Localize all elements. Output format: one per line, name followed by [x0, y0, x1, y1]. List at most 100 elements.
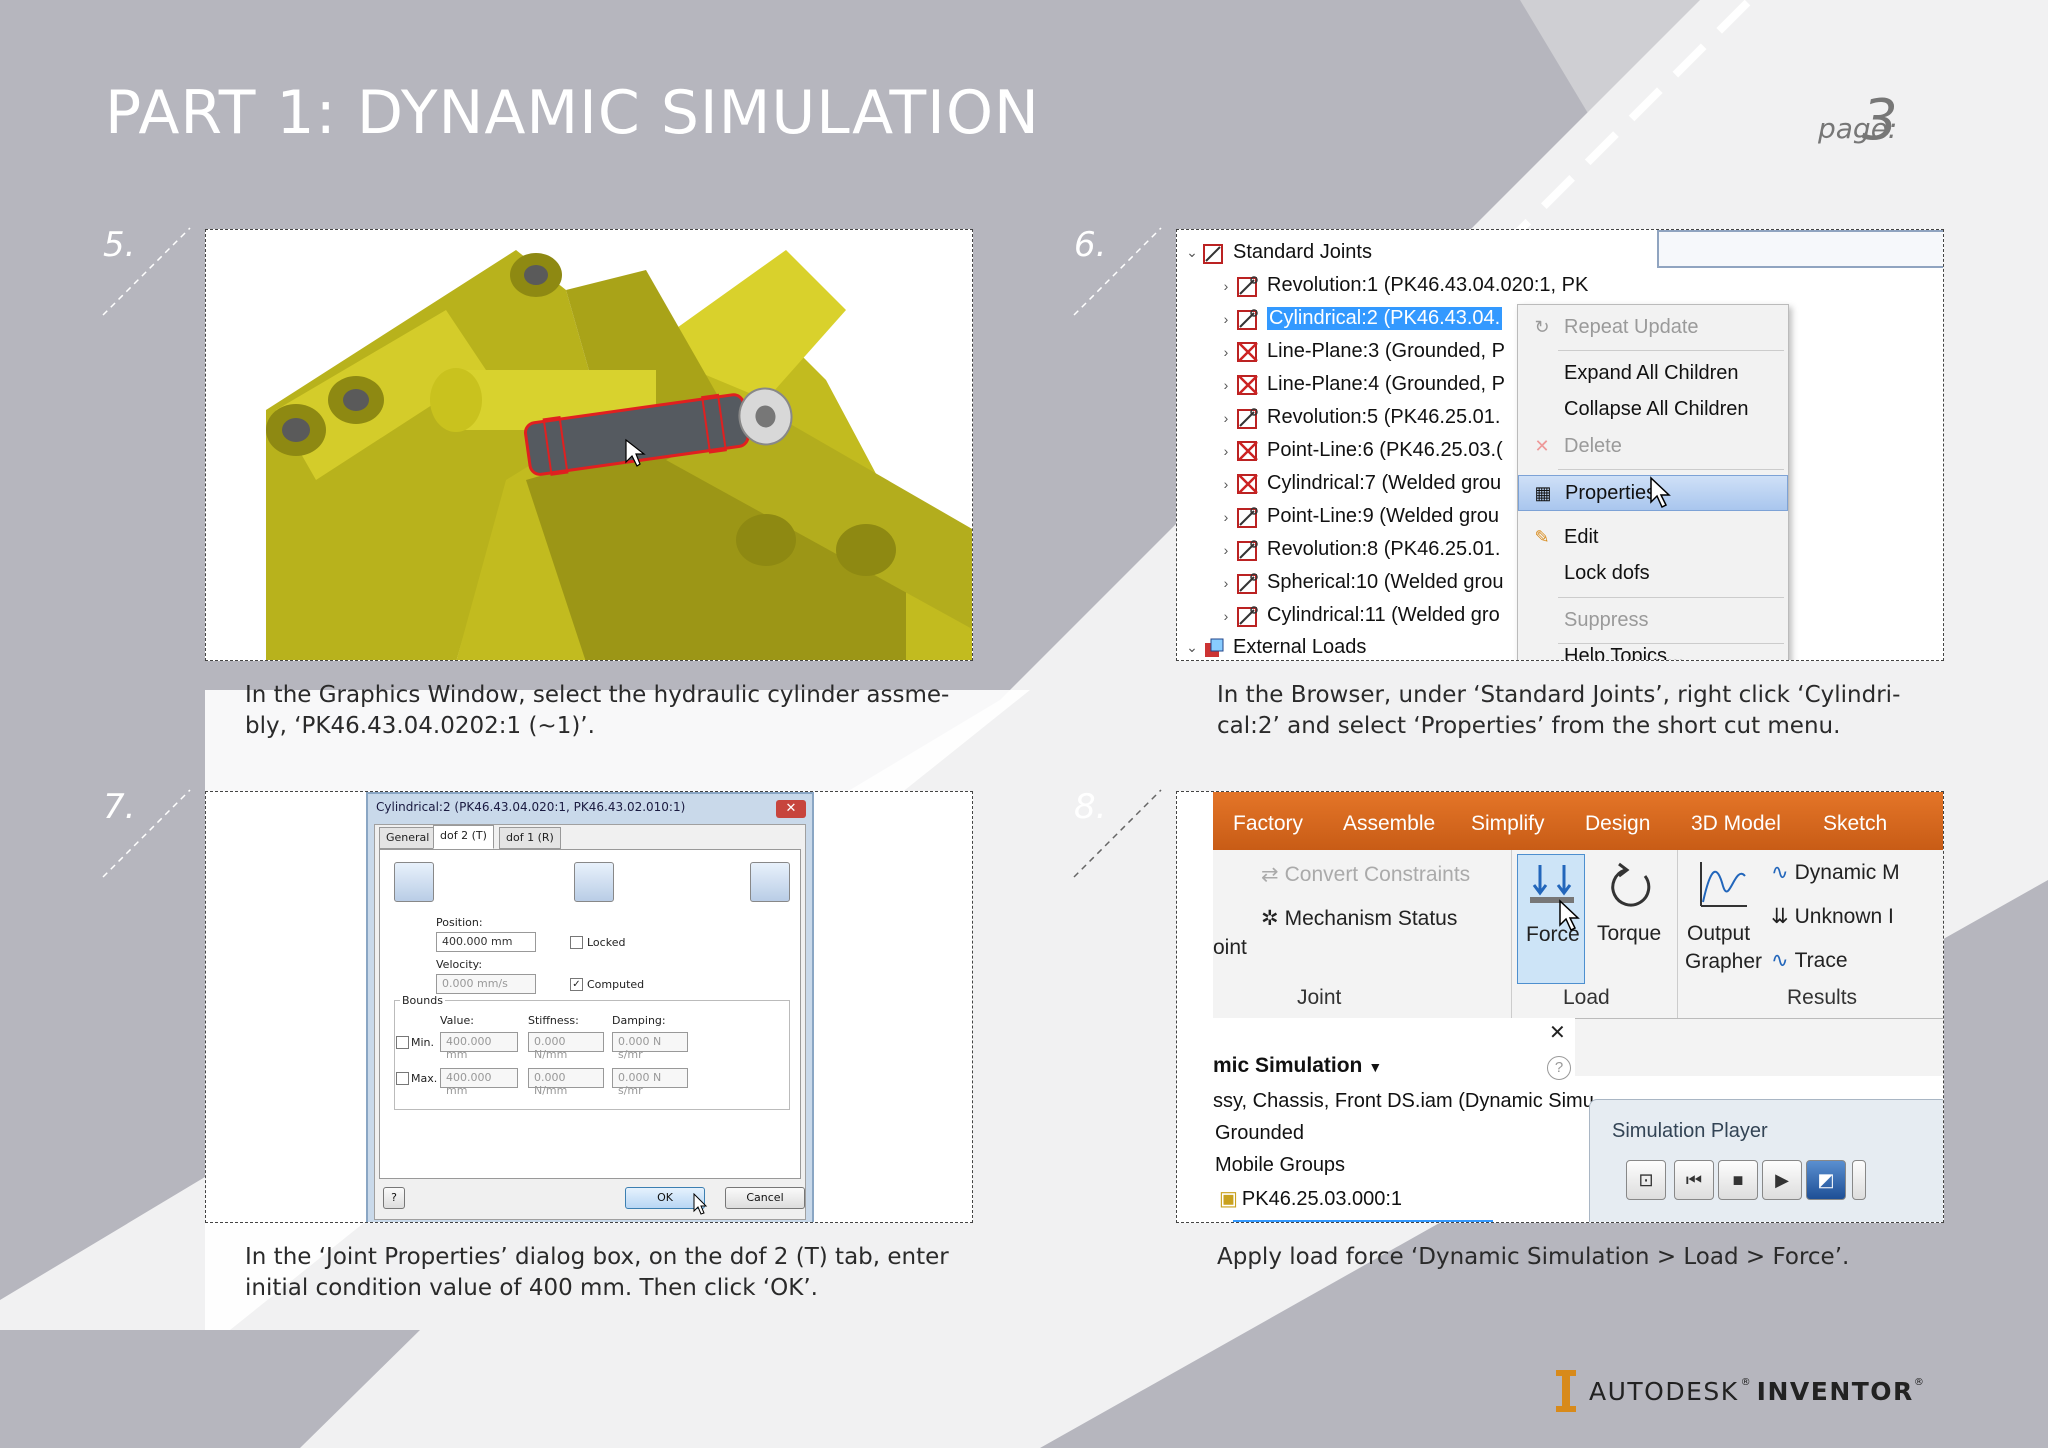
group-label-results: Results	[1787, 986, 1858, 1009]
max-stiffness-input[interactable]: 0.000 N/mm	[528, 1068, 604, 1097]
dynamic-motion-button[interactable]: ∿ Dynamic M	[1771, 860, 1900, 885]
velocity-input[interactable]: 0.000 mm/s	[436, 974, 536, 994]
mechanism-status-button[interactable]: ✲ Mechanism Status	[1261, 906, 1457, 931]
chevron-right-icon[interactable]: ›	[1217, 542, 1235, 558]
chevron-right-icon[interactable]: ›	[1217, 410, 1235, 426]
browser-title[interactable]: mic Simulation ▼	[1213, 1054, 1382, 1078]
tree-header-standard-joints[interactable]: ⌄ Standard Joints	[1183, 236, 1372, 269]
tab-factory[interactable]: Factory	[1233, 812, 1303, 836]
max-damping-input[interactable]: 0.000 N s/mr	[612, 1068, 688, 1097]
menu-item-help-topics[interactable]: Help Topics...	[1518, 645, 1788, 660]
tree-item-joint[interactable]: › Revolution:8 (PK46.25.01.	[1217, 533, 1501, 566]
tab-dof-2-t[interactable]: dof 2 (T)	[433, 825, 494, 849]
chevron-right-icon[interactable]: ›	[1217, 476, 1235, 492]
stop-button[interactable]: ■	[1718, 1160, 1758, 1200]
button-label: Dynamic M	[1794, 861, 1900, 884]
tree-item-joint[interactable]: › Cylindrical:11 (Welded gro	[1217, 599, 1500, 632]
max-value-input[interactable]: 400.000 mm	[440, 1068, 518, 1097]
joint-icon	[1237, 275, 1258, 297]
tree-item-joint[interactable]: › Revolution:1 (PK46.43.04.020:1, PK	[1217, 269, 1588, 302]
chevron-right-icon[interactable]: ›	[1217, 344, 1235, 360]
min-checkbox[interactable]	[396, 1036, 409, 1049]
tab-assemble[interactable]: Assemble	[1343, 812, 1435, 836]
computed-checkbox[interactable]: ✓	[570, 978, 583, 991]
menu-item-collapse-all-children[interactable]: Collapse All Children	[1518, 391, 1788, 427]
chevron-right-icon[interactable]: ›	[1217, 377, 1235, 393]
dof-settings-icon[interactable]	[750, 862, 790, 902]
browser-pane: ✕ mic Simulation ▼ ? ssy, Chassis, Front …	[1213, 1018, 1594, 1222]
rewind-button[interactable]: ⏮	[1674, 1160, 1714, 1200]
help-icon[interactable]: ?	[1547, 1056, 1571, 1080]
chevron-right-icon[interactable]: ›	[1217, 575, 1235, 591]
tree-item-joint[interactable]: › Cylindrical:7 (Welded grou	[1217, 467, 1502, 500]
tree-label: Line-Plane:3 (Grounded, P	[1267, 340, 1505, 362]
output-grapher-button[interactable]: Output Grapher	[1683, 854, 1763, 994]
tree-item-joint[interactable]: › Line-Plane:3 (Grounded, P	[1217, 335, 1505, 368]
tree-grounded[interactable]: Grounded	[1215, 1122, 1304, 1145]
tree-header-external-loads[interactable]: ⌄ External Loads	[1183, 631, 1367, 660]
mouse-cursor-icon	[1559, 899, 1580, 932]
tab-dof-1-r[interactable]: dof 1 (R)	[499, 827, 561, 849]
tree-mobile-groups[interactable]: Mobile Groups	[1215, 1154, 1345, 1177]
min-value-input[interactable]: 400.000 mm	[440, 1032, 518, 1061]
close-button[interactable]: ✕	[776, 800, 806, 818]
menu-item-delete[interactable]: ✕ Delete	[1518, 428, 1788, 464]
initial-condition-icon[interactable]	[574, 862, 614, 902]
chevron-right-icon[interactable]: ›	[1217, 608, 1235, 624]
chevron-right-icon[interactable]: ›	[1217, 443, 1235, 459]
tree-item-joint[interactable]: › Point-Line:6 (PK46.25.03.(	[1217, 434, 1503, 467]
min-stiffness-input[interactable]: 0.000 N/mm	[528, 1032, 604, 1061]
tab-3d-model[interactable]: 3D Model	[1691, 812, 1781, 836]
tree-label: Cylindrical:2 (PK46.43.04.	[1267, 307, 1503, 330]
ribbon-tabs: Factory Assemble Simplify Design 3D Mode…	[1213, 792, 1943, 850]
more-button[interactable]	[1852, 1160, 1866, 1200]
play-icon: ▶	[1775, 1169, 1789, 1190]
browser-title-label: mic Simulation	[1213, 1054, 1363, 1077]
tab-simplify[interactable]: Simplify	[1471, 812, 1545, 836]
button-label: Grapher	[1685, 950, 1763, 973]
step-6-caption: In the Browser, under ‘Standard Joints’,…	[1217, 682, 1901, 739]
chevron-down-icon[interactable]: ⌄	[1183, 639, 1201, 656]
max-checkbox[interactable]	[396, 1072, 409, 1085]
tree-part[interactable]: ▣ PK46.25.03.000:1	[1219, 1186, 1402, 1211]
chevron-down-icon[interactable]: ⌄	[1183, 244, 1201, 261]
help-button[interactable]: ?	[383, 1187, 405, 1209]
play-button[interactable]: ▶	[1762, 1160, 1802, 1200]
tree-item-joint[interactable]: › Point-Line:9 (Welded grou	[1217, 500, 1499, 533]
menu-item-lock-dofs[interactable]: Lock dofs	[1518, 555, 1788, 591]
tree-item-joint[interactable]: › Spherical:10 (Welded grou	[1217, 566, 1503, 599]
construction-mode-button[interactable]: ⊡	[1626, 1160, 1666, 1200]
screen-refresh-button[interactable]: ◩	[1806, 1160, 1846, 1200]
chevron-right-icon[interactable]: ›	[1217, 311, 1235, 327]
min-damping-input[interactable]: 0.000 N s/mr	[612, 1032, 688, 1061]
tab-general[interactable]: General	[379, 827, 437, 849]
tree-label: External Loads	[1233, 636, 1367, 658]
trace-button[interactable]: ∿ Trace	[1771, 948, 1848, 973]
chevron-right-icon[interactable]: ›	[1217, 278, 1235, 294]
menu-label: Edit	[1564, 525, 1599, 548]
chevron-right-icon[interactable]: ›	[1217, 509, 1235, 525]
tree-assembly[interactable]: ssy, Chassis, Front DS.iam (Dynamic Simu	[1213, 1090, 1594, 1113]
joint-button[interactable]: oint	[1213, 936, 1247, 960]
tab-design[interactable]: Design	[1585, 812, 1650, 836]
dropdown-icon[interactable]: ▼	[1368, 1059, 1382, 1075]
inventor-logo-icon	[1556, 1370, 1576, 1412]
cancel-button[interactable]: Cancel	[725, 1187, 805, 1209]
tab-sketch[interactable]: Sketch	[1823, 812, 1887, 836]
tree-item-joint[interactable]: › Cylindrical:2 (PK46.43.04.	[1217, 302, 1503, 335]
menu-item-edit[interactable]: ✎ Edit	[1518, 519, 1788, 555]
edit-dof-icon[interactable]	[394, 862, 434, 902]
force-button[interactable]: Force	[1517, 854, 1585, 984]
unknown-force-button[interactable]: ⇊ Unknown I	[1771, 904, 1894, 929]
menu-item-suppress[interactable]: Suppress	[1518, 602, 1788, 638]
menu-item-expand-all-children[interactable]: Expand All Children	[1518, 355, 1788, 391]
position-input[interactable]: 400.000 mm	[436, 932, 536, 952]
convert-constraints-button[interactable]: ⇄ Convert Constraints	[1261, 862, 1470, 887]
torque-button[interactable]: Torque	[1591, 854, 1671, 984]
joint-error-icon	[1237, 473, 1258, 494]
close-icon[interactable]: ✕	[1549, 1020, 1566, 1045]
tree-item-joint[interactable]: › Line-Plane:4 (Grounded, P	[1217, 368, 1505, 401]
menu-item-repeat-update[interactable]: ↻ Repeat Update	[1518, 309, 1788, 345]
locked-checkbox[interactable]	[570, 936, 583, 949]
tree-item-joint[interactable]: › Revolution:5 (PK46.25.01.	[1217, 401, 1501, 434]
